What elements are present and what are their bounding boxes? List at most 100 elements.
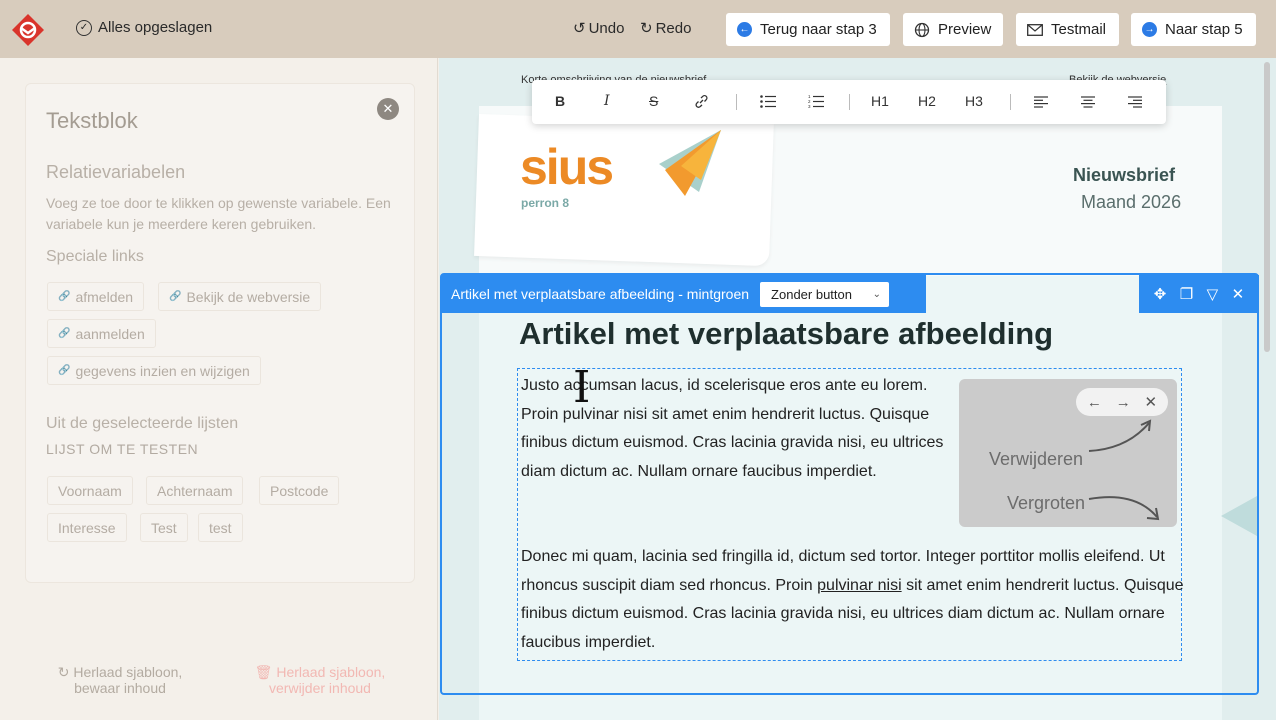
arrow-left-icon[interactable]: ← — [1087, 394, 1102, 411]
svg-text:3: 3 — [808, 104, 811, 108]
close-icon[interactable]: ✕ — [377, 98, 399, 120]
toolbar-divider — [1010, 94, 1011, 110]
field-chip[interactable]: Voornaam — [47, 476, 133, 505]
app-logo-icon[interactable] — [11, 13, 45, 47]
reload-keep-button[interactable]: ↻ Herlaad sjabloon, bewaar inhoud — [45, 664, 195, 696]
chip-label: Postcode — [270, 482, 329, 499]
link-icon[interactable] — [694, 94, 709, 109]
lists-title: Uit de geselecteerde lijsten — [46, 415, 239, 432]
numbered-list-icon[interactable]: 123 — [808, 94, 824, 108]
globe-icon — [914, 22, 930, 37]
italic-button[interactable]: I — [604, 93, 610, 109]
block-tools: ✥ ❐ ▽ ✕ — [1139, 275, 1259, 313]
newsletter-title: Nieuwsbrief — [1073, 165, 1176, 185]
chip-label: test — [209, 519, 232, 536]
list-name: LIJST OM TE TESTEN — [46, 441, 199, 457]
redo-label: Redo — [655, 19, 692, 37]
inline-link[interactable]: pulvinar nisi — [817, 577, 901, 594]
image-controls: ← → ✕ — [1076, 388, 1168, 416]
special-link-chip[interactable]: 🔗 afmelden — [47, 282, 145, 311]
field-chip[interactable]: test — [198, 513, 243, 542]
article-paragraph[interactable]: Donec mi quam, lacinia sed fringilla id,… — [521, 543, 1191, 657]
image-hint-enlarge: Vergroten — [1007, 493, 1086, 513]
undo-button[interactable]: ↺ Undo — [573, 19, 625, 38]
next-step-button[interactable]: → Naar stap 5 — [1131, 13, 1256, 46]
text-block-panel: Tekstblok ✕ Relatievariabelen Voeg ze to… — [25, 83, 415, 583]
duplicate-icon[interactable]: ❐ — [1180, 285, 1193, 303]
toolbar-divider — [736, 94, 737, 110]
undo-icon: ↺ — [573, 20, 586, 37]
arrow-right-icon: → — [1142, 22, 1157, 37]
bold-button[interactable]: B — [555, 93, 565, 109]
chip-label: Test — [151, 519, 177, 536]
next-step-label: Naar stap 5 — [1165, 21, 1243, 38]
arrow-right-icon[interactable]: → — [1116, 394, 1131, 411]
top-bar: ✓ Alles opgeslagen ↺ Undo ↻ Redo ← Terug… — [0, 0, 1276, 58]
scrollbar[interactable] — [1264, 62, 1270, 352]
back-step-button[interactable]: ← Terug naar stap 3 — [726, 13, 890, 46]
brand-subtitle: perron 8 — [521, 196, 570, 210]
reload-delete-button[interactable]: 🗑 Herlaad sjabloon, verwijder inhoud — [245, 664, 395, 696]
article-title[interactable]: Artikel met verplaatsbare afbeelding — [519, 316, 1053, 352]
undo-label: Undo — [588, 19, 625, 37]
filter-icon[interactable]: ▽ — [1207, 285, 1219, 303]
strikethrough-button[interactable]: S — [649, 93, 658, 109]
back-step-label: Terug naar stap 3 — [760, 21, 877, 38]
save-status-label: Alles opgeslagen — [98, 19, 213, 36]
panel-title: Tekstblok — [46, 108, 138, 133]
reload-delete-label: Herlaad sjabloon, verwijder inhoud — [269, 664, 386, 696]
envelope-icon — [1027, 23, 1043, 36]
curved-arrow-icon — [1088, 419, 1152, 452]
curved-arrow-icon — [1088, 496, 1160, 521]
brand-logo-icon — [659, 130, 721, 196]
preview-button[interactable]: Preview — [903, 13, 1003, 46]
align-left-icon[interactable] — [1034, 96, 1048, 108]
redo-button[interactable]: ↻ Redo — [640, 19, 692, 38]
save-status: ✓ Alles opgeslagen — [76, 19, 212, 36]
left-panel: Tekstblok ✕ Relatievariabelen Voeg ze to… — [0, 58, 438, 720]
preview-label: Preview — [938, 21, 992, 38]
chip-label: Interesse — [58, 519, 116, 536]
text-cursor-icon: I — [573, 362, 591, 413]
relation-title: Relatievariabelen — [46, 162, 186, 182]
testmail-button[interactable]: Testmail — [1016, 13, 1119, 46]
special-link-chip[interactable]: 🔗 gegevens inzien en wijzigen — [47, 356, 261, 385]
move-icon[interactable]: ✥ — [1154, 285, 1167, 303]
close-icon[interactable]: ✕ — [1232, 285, 1245, 303]
chevron-down-icon: ⌄ — [872, 288, 882, 300]
link-icon: 🔗 — [58, 291, 71, 302]
align-center-icon[interactable] — [1081, 96, 1095, 108]
block-header: Artikel met verplaatsbare afbeelding - m… — [442, 275, 926, 313]
align-right-icon[interactable] — [1128, 96, 1142, 108]
redo-icon: ↻ — [640, 20, 653, 37]
special-link-chip[interactable]: 🔗 Bekijk de webversie — [158, 282, 322, 311]
field-chip[interactable]: Test — [140, 513, 188, 542]
image-hint-remove: Verwijderen — [989, 449, 1084, 469]
link-icon: 🔗 — [169, 291, 182, 302]
brand-logo-text: sius — [520, 139, 614, 195]
chip-label: Achternaam — [157, 482, 233, 499]
field-chip[interactable]: Interesse — [47, 513, 127, 542]
chip-label: aanmelden — [75, 325, 145, 342]
block-title: Artikel met verplaatsbare afbeelding - m… — [451, 286, 750, 302]
special-link-chip[interactable]: 🔗 aanmelden — [47, 319, 156, 348]
bullet-list-icon[interactable] — [760, 95, 776, 108]
testmail-label: Testmail — [1051, 21, 1107, 38]
article-image[interactable]: ← → ✕ Verwijderen Vergroten — [959, 379, 1177, 527]
newsletter-month: Maand 2026 — [1081, 192, 1182, 212]
field-chip[interactable]: Achternaam — [146, 476, 244, 505]
editor-canvas[interactable]: Korte omschrijving van de nieuwsbrief Be… — [439, 58, 1276, 720]
special-links-title: Speciale links — [46, 248, 144, 265]
heading2-button[interactable]: H2 — [918, 93, 936, 109]
relation-description: Voeg ze toe door te klikken op gewenste … — [46, 195, 391, 232]
link-icon: 🔗 — [58, 365, 71, 376]
heading1-button[interactable]: H1 — [871, 93, 889, 109]
format-toolbar: B I S 123 H1 H2 H3 — [532, 80, 1166, 124]
trash-icon: 🗑 — [254, 664, 277, 680]
heading3-button[interactable]: H3 — [965, 93, 983, 109]
link-icon: 🔗 — [58, 328, 71, 339]
chip-label: Bekijk de webversie — [186, 288, 311, 305]
button-variant-select[interactable]: Zonder button ⌄ — [760, 281, 890, 307]
field-chip[interactable]: Postcode — [259, 476, 340, 505]
close-icon[interactable]: ✕ — [1144, 393, 1157, 411]
